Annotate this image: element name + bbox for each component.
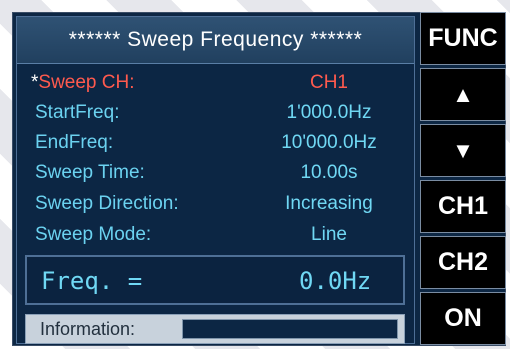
softkey-column: FUNC ▲ ▼ CH1 CH2 ON bbox=[420, 12, 506, 346]
ch1-button[interactable]: CH1 bbox=[420, 180, 506, 233]
down-arrow-icon: ▼ bbox=[452, 138, 474, 163]
down-button[interactable]: ▼ bbox=[420, 124, 506, 177]
information-label: Information: bbox=[40, 319, 136, 339]
on-button[interactable]: ON bbox=[420, 292, 506, 345]
start-freq-label[interactable]: StartFreq: bbox=[35, 102, 119, 124]
sweep-panel: ****** Sweep Frequency ****** *Sweep CH:… bbox=[16, 16, 415, 344]
panel-title: ****** Sweep Frequency ****** bbox=[17, 17, 414, 64]
start-freq-value[interactable]: 1'000.0Hz bbox=[239, 102, 419, 124]
sweep-mode-label[interactable]: Sweep Mode: bbox=[35, 224, 151, 246]
sweep-ch-label[interactable]: *Sweep CH: bbox=[31, 72, 135, 94]
up-button[interactable]: ▲ bbox=[420, 68, 506, 121]
sweep-mode-value[interactable]: Line bbox=[239, 224, 419, 246]
end-freq-value[interactable]: 10'000.0Hz bbox=[239, 132, 419, 154]
sweep-direction-value[interactable]: Increasing bbox=[239, 193, 419, 215]
end-freq-label[interactable]: EndFreq: bbox=[35, 132, 113, 154]
freq-label: Freq. = bbox=[41, 267, 143, 295]
sweep-time-value[interactable]: 10.00s bbox=[239, 162, 419, 184]
ch2-button[interactable]: CH2 bbox=[420, 236, 506, 289]
sweep-time-label[interactable]: Sweep Time: bbox=[35, 162, 145, 184]
func-button[interactable]: FUNC bbox=[420, 12, 506, 65]
sweep-ch-label-text: Sweep CH: bbox=[38, 72, 135, 93]
sweep-direction-label[interactable]: Sweep Direction: bbox=[35, 193, 179, 215]
frequency-readout: Freq. = 0.0Hz bbox=[25, 255, 405, 305]
up-arrow-icon: ▲ bbox=[452, 82, 474, 107]
information-bar: Information: bbox=[25, 314, 405, 344]
sweep-ch-value[interactable]: CH1 bbox=[239, 72, 419, 94]
information-field bbox=[182, 319, 398, 339]
freq-value: 0.0Hz bbox=[299, 267, 372, 295]
